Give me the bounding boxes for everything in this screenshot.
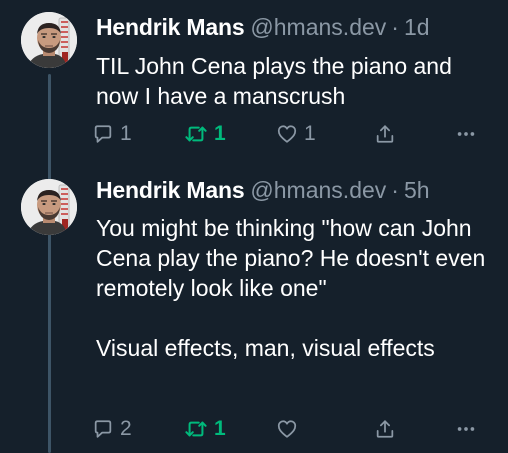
tweet-header: Hendrik Mans @hmans.dev · 1d — [96, 12, 430, 42]
like-button[interactable]: 1 — [276, 120, 316, 148]
share-button[interactable] — [374, 415, 396, 443]
like-count: 1 — [304, 122, 316, 145]
tweet-timestamp[interactable]: 1d — [404, 14, 430, 40]
retweet-button[interactable]: 1 — [184, 415, 226, 443]
author-name[interactable]: Hendrik Mans — [96, 177, 245, 203]
tweet-text: You might be thinking "how can John Cena… — [96, 213, 496, 363]
author-name[interactable]: Hendrik Mans — [96, 14, 245, 40]
tweet-timestamp[interactable]: 5h — [404, 177, 430, 203]
heart-icon — [276, 418, 298, 440]
more-icon — [454, 123, 478, 145]
tweet-paragraph: Visual effects, man, visual effects — [96, 335, 435, 361]
tweet-paragraph: You might be thinking "how can John Cena… — [96, 215, 486, 301]
retweet-icon — [184, 123, 208, 145]
retweet-button[interactable]: 1 — [184, 120, 226, 148]
reply-icon — [92, 418, 114, 440]
share-icon — [374, 123, 396, 145]
like-button[interactable] — [276, 415, 304, 443]
separator-dot: · — [391, 14, 399, 40]
retweet-icon — [184, 418, 208, 440]
tweet-actions: 2 1 — [92, 415, 492, 443]
reply-count: 2 — [120, 417, 132, 440]
reply-button[interactable]: 1 — [92, 120, 132, 148]
avatar[interactable] — [21, 12, 77, 68]
author-handle[interactable]: @hmans.dev — [250, 14, 386, 40]
heart-icon — [276, 123, 298, 145]
tweet[interactable]: Hendrik Mans @hmans.dev · 1d TIL John Cena … — [0, 0, 508, 170]
tweet-thread: Hendrik Mans @hmans.dev · 1d TIL John Cena … — [0, 0, 508, 453]
tweet-header: Hendrik Mans @hmans.dev · 5h — [96, 175, 430, 205]
retweet-count: 1 — [214, 122, 226, 145]
tweet-actions: 1 1 1 — [92, 120, 492, 148]
share-icon — [374, 418, 396, 440]
more-options-button[interactable] — [454, 415, 478, 443]
reply-button[interactable]: 2 — [92, 415, 132, 443]
more-icon — [454, 418, 478, 440]
author-handle[interactable]: @hmans.dev — [250, 177, 386, 203]
tweet[interactable]: Hendrik Mans @hmans.dev · 5h You might be t… — [0, 170, 508, 453]
more-options-button[interactable] — [454, 120, 478, 148]
tweet-paragraph: TIL John Cena plays the piano and now I … — [96, 53, 452, 109]
tweet-text: TIL John Cena plays the piano and now I … — [96, 51, 496, 111]
reply-count: 1 — [120, 122, 132, 145]
retweet-count: 1 — [214, 417, 226, 440]
separator-dot: · — [391, 177, 399, 203]
reply-icon — [92, 123, 114, 145]
avatar[interactable] — [21, 179, 77, 235]
share-button[interactable] — [374, 120, 396, 148]
